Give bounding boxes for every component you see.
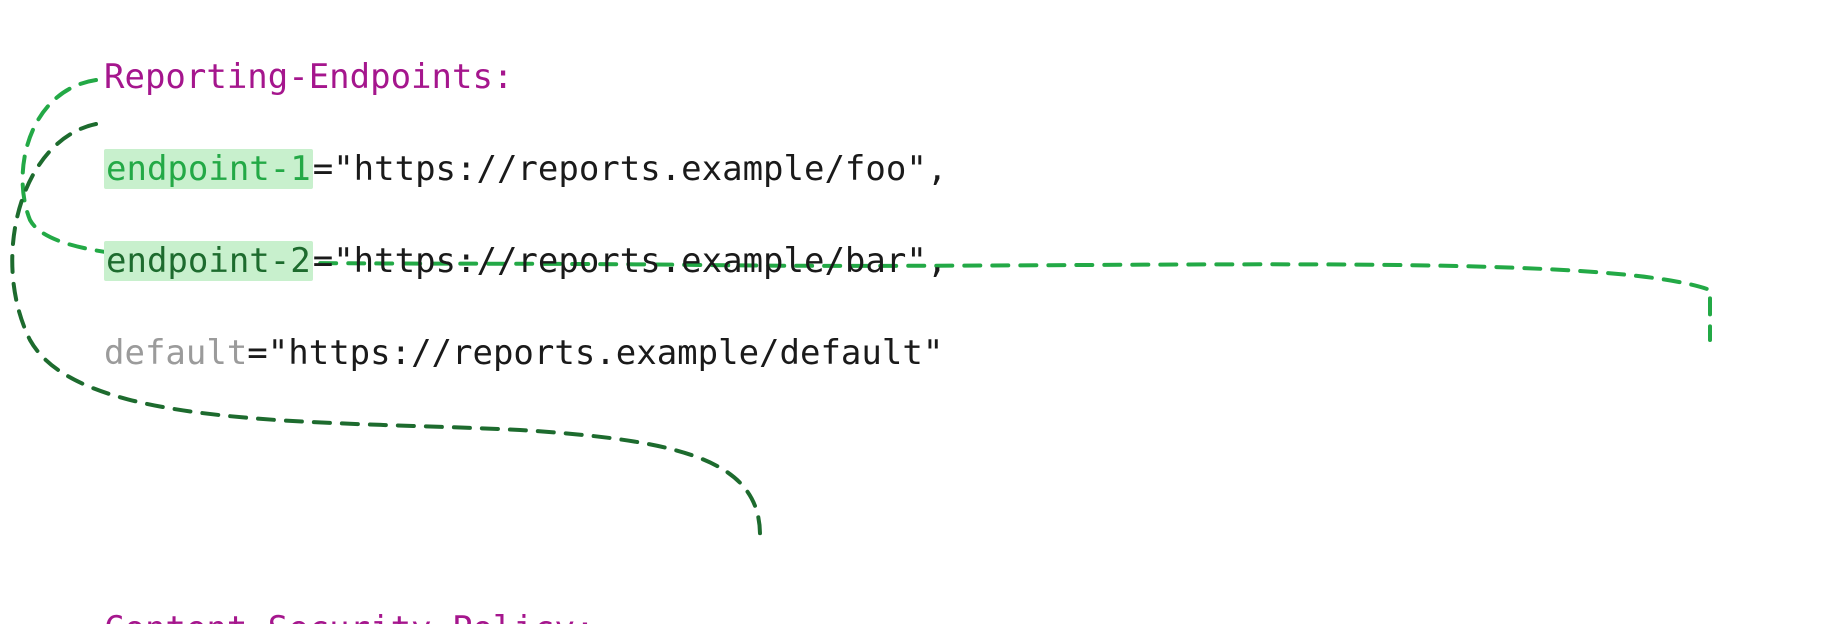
trail-1: , [927, 241, 947, 281]
default-url: "https://reports.example/default" [268, 333, 944, 373]
endpoint-2-key: endpoint-2 [104, 241, 313, 281]
endpoint-1-key: endpoint-1 [104, 149, 313, 189]
trail-0: , [927, 149, 947, 189]
eq-0: = [313, 149, 333, 189]
code-block: Reporting-Endpoints: endpoint-1="https:/… [104, 8, 1316, 624]
eq-1: = [313, 241, 333, 281]
endpoint-2-url: "https://reports.example/bar" [333, 241, 927, 281]
eq-2: = [247, 333, 267, 373]
default-key: default [104, 333, 247, 373]
endpoint-1-url: "https://reports.example/foo" [333, 149, 927, 189]
csp-header: Content-Security-Policy: [104, 609, 595, 624]
reporting-endpoints-header: Reporting-Endpoints: [104, 57, 513, 97]
